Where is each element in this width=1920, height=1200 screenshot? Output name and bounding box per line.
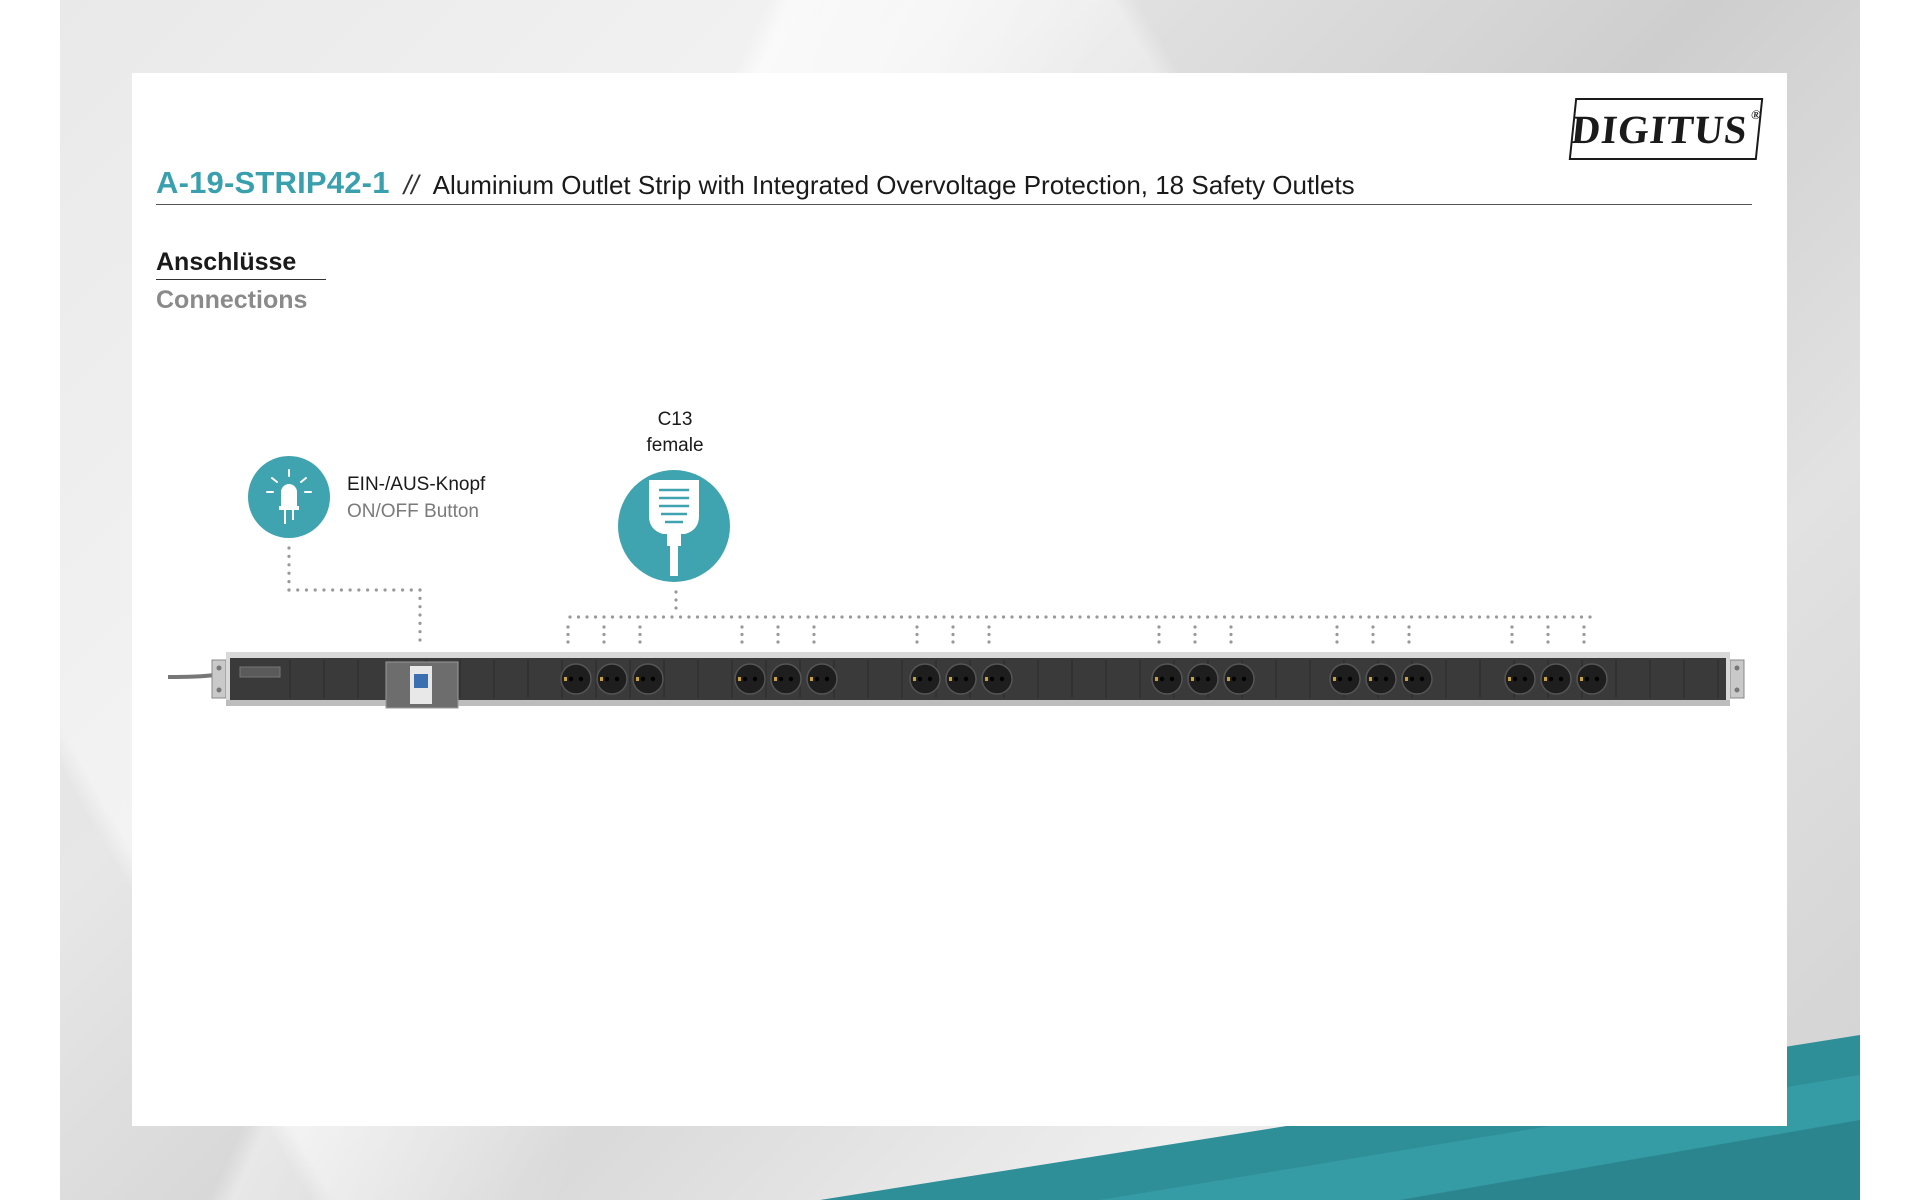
onoff-callout-circle [248,456,330,538]
section-title-en: Connections [156,286,308,314]
content-card [132,73,1787,1126]
logo-text: DIGITUS [1569,106,1750,152]
c13-label: C13 [657,409,693,430]
product-description: Aluminium Outlet Strip with Integrated O… [432,170,1355,200]
digitus-logo: DIGITUS ® [1568,98,1764,160]
c13-callout-circle [618,470,730,582]
title-separator: // [403,170,419,200]
onoff-label-de: EIN-/AUS-Knopf [347,474,486,495]
onoff-label-en: ON/OFF Button [347,501,479,522]
registered-mark: ® [1750,107,1763,122]
model-number: A-19-STRIP42-1 [156,165,390,200]
c13-sublabel: female [646,435,704,456]
section-title-de: Anschlüsse [156,248,326,280]
bulb-icon [266,469,312,524]
c13-plug-icon [649,480,699,576]
product-title-row: A-19-STRIP42-1 // Aluminium Outlet Strip… [156,165,1752,205]
